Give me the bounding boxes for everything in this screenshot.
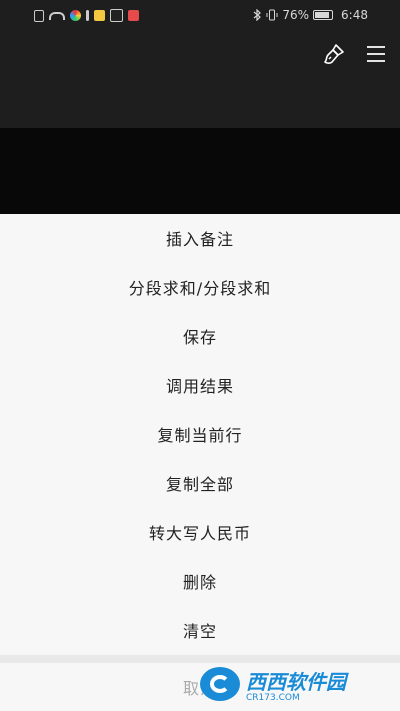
watermark-url: CR173.COM bbox=[246, 692, 300, 703]
menu-item-copy-all[interactable]: 复制全部 bbox=[0, 458, 400, 507]
bluetooth-icon bbox=[253, 9, 262, 21]
wifi-icon bbox=[49, 11, 65, 20]
brush-icon bbox=[324, 44, 344, 64]
menu-item-segment-sum[interactable]: 分段求和/分段求和 bbox=[0, 263, 400, 312]
clock: 6:48 bbox=[341, 8, 368, 22]
toolbar bbox=[322, 42, 388, 66]
menu-item-label: 删除 bbox=[182, 572, 217, 592]
usb-icon bbox=[86, 10, 89, 21]
menu-item-clear[interactable]: 清空 bbox=[0, 605, 400, 654]
menu-item-copy-current-line[interactable]: 复制当前行 bbox=[0, 410, 400, 459]
watermark-logo-icon bbox=[200, 667, 240, 701]
menu-item-label: 转大写人民币 bbox=[148, 523, 251, 543]
red-app-icon bbox=[128, 10, 139, 21]
menu-item-label: 复制当前行 bbox=[157, 426, 243, 445]
menu-item-label: 保存 bbox=[182, 328, 217, 348]
notes-app-icon bbox=[94, 10, 105, 21]
display-area bbox=[0, 128, 400, 214]
menu-button[interactable] bbox=[364, 42, 388, 66]
menu-item-label: 插入备注 bbox=[165, 230, 234, 250]
menu-item-label: 复制全部 bbox=[165, 474, 234, 494]
sim-icon bbox=[34, 9, 44, 22]
menu-item-to-rmb-uppercase[interactable]: 转大写人民币 bbox=[0, 507, 400, 556]
battery-percent: 76% bbox=[282, 8, 310, 22]
menu-item-label: 清空 bbox=[182, 621, 217, 641]
watermark-text: 西西软件园 CR173.COM bbox=[246, 666, 346, 703]
hamburger-icon bbox=[367, 46, 385, 62]
system-status: 76% 6:48 bbox=[253, 8, 368, 22]
tiktok-icon bbox=[110, 9, 123, 22]
notification-icons bbox=[34, 9, 139, 22]
sheet-divider bbox=[0, 655, 400, 663]
menu-item-save[interactable]: 保存 bbox=[0, 312, 400, 361]
vibrate-icon bbox=[266, 9, 278, 21]
menu-item-insert-note[interactable]: 插入备注 bbox=[0, 214, 400, 263]
menu-item-delete[interactable]: 删除 bbox=[0, 556, 400, 605]
app-icon-colorful bbox=[70, 10, 81, 21]
menu-item-recall-result[interactable]: 调用结果 bbox=[0, 361, 400, 410]
watermark-title: 西西软件园 bbox=[246, 669, 346, 694]
app-background-dark bbox=[0, 0, 400, 214]
battery-icon bbox=[313, 10, 334, 20]
menu-item-label: 调用结果 bbox=[165, 377, 234, 397]
menu-item-label: 分段求和/分段求和 bbox=[128, 279, 272, 299]
status-bar: 76% 6:48 bbox=[0, 0, 400, 32]
action-sheet: 插入备注 分段求和/分段求和 保存 调用结果 复制当前行 复制全部 转大写人民币… bbox=[0, 214, 400, 711]
watermark: 西西软件园 CR173.COM bbox=[200, 664, 380, 704]
clear-brush-button[interactable] bbox=[322, 42, 346, 66]
